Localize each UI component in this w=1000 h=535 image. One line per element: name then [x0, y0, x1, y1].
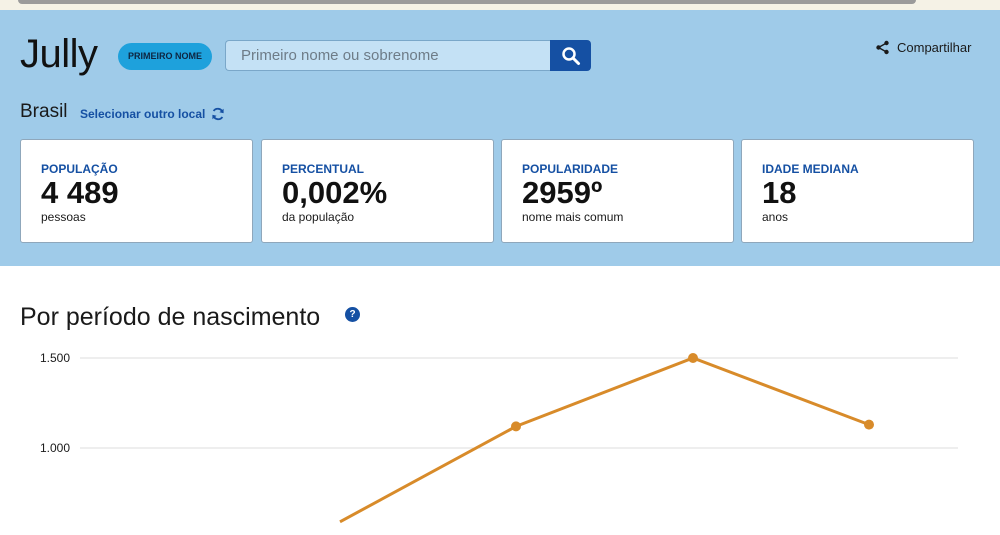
- series-line: [339, 356, 870, 524]
- stat-card-population: POPULAÇÃO 4 489 pessoas: [20, 139, 253, 243]
- first-name-badge: PRIMEIRO NOME: [118, 43, 213, 70]
- birth-period-chart: 1.500 1.000: [40, 351, 958, 524]
- section-title: Por período de nascimento: [20, 303, 321, 331]
- stat-sub: anos: [762, 210, 789, 224]
- change-location-link[interactable]: Selecionar outro local: [80, 107, 225, 121]
- help-icon[interactable]: ?: [345, 307, 360, 322]
- stat-label: IDADE MEDIANA: [762, 162, 859, 176]
- stat-card-percentage: PERCENTUAL 0,002% da população: [261, 139, 494, 243]
- stat-label: POPULARIDADE: [522, 162, 619, 176]
- refresh-icon: [212, 107, 224, 121]
- share-button[interactable]: Compartilhar: [875, 40, 971, 55]
- stat-sub: nome mais comum: [522, 210, 624, 224]
- stat-card-popularity: POPULARIDADE 2959º nome mais comum: [501, 139, 734, 243]
- data-point[interactable]: [511, 421, 521, 432]
- search-button[interactable]: [550, 40, 591, 71]
- change-location-label: Selecionar outro local: [80, 107, 206, 121]
- data-point[interactable]: [864, 419, 874, 430]
- stat-label: POPULAÇÃO: [41, 162, 118, 176]
- y-tick-label: 1.500: [40, 351, 70, 365]
- stat-card-median-age: IDADE MEDIANA 18 anos: [741, 139, 974, 243]
- stat-value: 18: [762, 175, 797, 210]
- search-box: [225, 40, 591, 71]
- share-label: Compartilhar: [897, 40, 972, 55]
- stat-value: 2959º: [522, 175, 603, 210]
- share-icon: [876, 40, 889, 55]
- stat-sub: pessoas: [41, 210, 86, 224]
- stat-value: 0,002%: [282, 175, 388, 210]
- stat-label: PERCENTUAL: [282, 162, 365, 176]
- data-point[interactable]: [688, 353, 698, 363]
- search-input[interactable]: [225, 40, 551, 71]
- hero-panel: Jully PRIMEIRO NOME Compartilhar Brasil …: [0, 10, 1000, 266]
- name-title: Jully: [20, 32, 98, 76]
- browser-top-strip: [0, 0, 1000, 10]
- search-icon: [561, 46, 580, 65]
- y-tick-label: 1.000: [40, 441, 70, 455]
- stat-value: 4 489: [41, 175, 119, 210]
- scrollbar-edge: [18, 0, 916, 4]
- stat-sub: da população: [282, 210, 355, 224]
- location-name: Brasil: [20, 101, 68, 122]
